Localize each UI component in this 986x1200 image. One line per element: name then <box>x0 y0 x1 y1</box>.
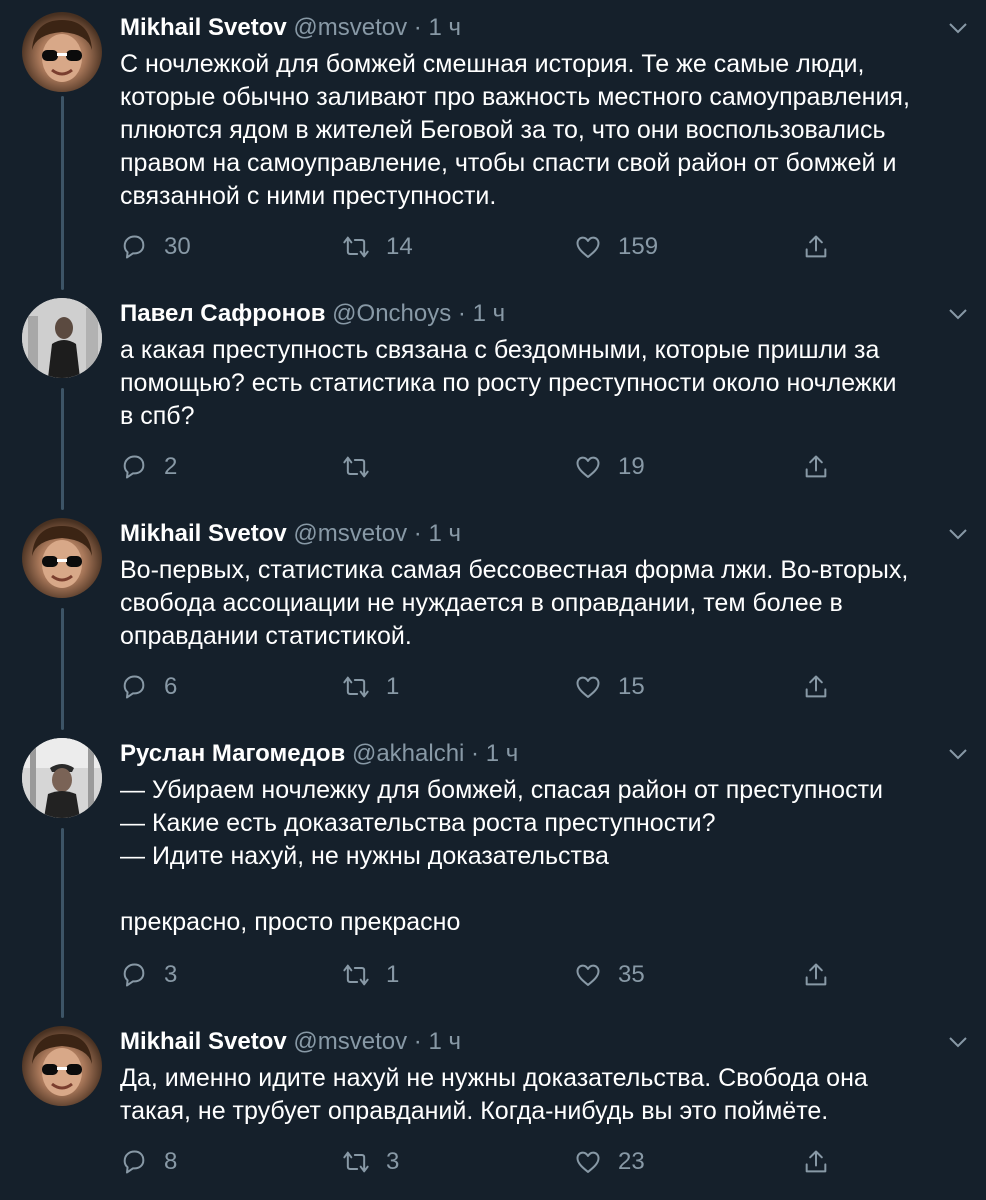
like-button[interactable]: 15 <box>574 671 645 703</box>
tweet-text: Да, именно идите нахуй не нужны доказате… <box>120 1064 868 1125</box>
thread-line <box>61 96 64 290</box>
timestamp[interactable]: · 1 ч <box>471 740 518 767</box>
tweet-actions: 6 1 15 <box>120 671 850 703</box>
share-button[interactable] <box>802 451 846 483</box>
timestamp[interactable]: · 1 ч <box>414 1028 461 1055</box>
retweet-count: 3 <box>386 1148 400 1175</box>
retweet-button[interactable]: 14 <box>342 231 413 263</box>
chevron-down-icon[interactable] <box>946 742 970 766</box>
chevron-down-icon[interactable] <box>946 302 970 326</box>
like-icon <box>576 676 600 698</box>
author-name[interactable]: Mikhail Svetov <box>120 14 287 41</box>
chevron-down-icon[interactable] <box>946 1030 970 1054</box>
author-handle[interactable]: @msvetov <box>293 1028 407 1055</box>
tweet-header: Mikhail Svetov @msvetov · 1 ч <box>120 520 461 548</box>
like-count: 23 <box>618 1148 645 1175</box>
author-name[interactable]: Mikhail Svetov <box>120 1028 287 1055</box>
reply-button[interactable]: 6 <box>120 671 177 703</box>
retweet-button[interactable] <box>342 451 386 483</box>
avatar[interactable] <box>22 738 102 818</box>
like-icon <box>576 456 600 478</box>
reply-icon <box>123 675 145 699</box>
retweet-button[interactable]: 3 <box>342 1146 399 1178</box>
reply-count: 3 <box>164 961 178 988</box>
timestamp[interactable]: · 1 ч <box>414 14 461 41</box>
reply-count: 2 <box>164 453 178 480</box>
like-button[interactable]: 159 <box>574 231 658 263</box>
reply-count: 30 <box>164 233 191 260</box>
retweet-button[interactable]: 1 <box>342 959 399 991</box>
author-handle[interactable]: @msvetov <box>293 14 407 41</box>
reply-count: 6 <box>164 673 178 700</box>
reply-icon <box>123 455 145 479</box>
tweet-text: С ночлежкой для бомжей смешная история. … <box>120 50 910 210</box>
like-button[interactable]: 19 <box>574 451 645 483</box>
share-icon <box>805 963 827 986</box>
reply-button[interactable]: 3 <box>120 959 177 991</box>
avatar[interactable] <box>22 1026 102 1106</box>
thread-line <box>61 388 64 510</box>
avatar[interactable] <box>22 298 102 378</box>
share-button[interactable] <box>802 231 846 263</box>
retweet-icon <box>343 236 369 258</box>
timestamp[interactable]: · 1 ч <box>458 300 505 327</box>
avatar[interactable] <box>22 12 102 92</box>
thread-line <box>61 828 64 1018</box>
retweet-icon <box>343 456 369 478</box>
reply-icon <box>123 963 145 987</box>
share-button[interactable] <box>802 959 846 991</box>
tweet-text: Во-первых, статистика самая бессовестная… <box>120 556 909 650</box>
retweet-count: 1 <box>386 673 400 700</box>
share-icon <box>805 1150 827 1173</box>
author-handle[interactable]: @Onchoys <box>332 300 451 327</box>
reply-icon <box>123 235 145 259</box>
like-button[interactable]: 35 <box>574 959 645 991</box>
share-button[interactable] <box>802 1146 846 1178</box>
author-name[interactable]: Павел Сафронов <box>120 300 326 327</box>
tweet-header: Mikhail Svetov @msvetov · 1 ч <box>120 1028 461 1056</box>
author-name[interactable]: Mikhail Svetov <box>120 520 287 547</box>
retweet-count: 14 <box>386 233 413 260</box>
reply-button[interactable]: 30 <box>120 231 191 263</box>
like-button[interactable]: 23 <box>574 1146 645 1178</box>
like-count: 19 <box>618 453 645 480</box>
tweet-actions: 3 1 35 <box>120 959 850 991</box>
like-count: 15 <box>618 673 645 700</box>
avatar[interactable] <box>22 518 102 598</box>
reply-button[interactable]: 2 <box>120 451 177 483</box>
share-button[interactable] <box>802 671 846 703</box>
reply-count: 8 <box>164 1148 178 1175</box>
tweet-actions: 2 19 <box>120 451 850 483</box>
like-count: 35 <box>618 961 645 988</box>
retweet-button[interactable]: 1 <box>342 671 399 703</box>
tweet-header: Руслан Магомедов @akhalchi · 1 ч <box>120 740 518 768</box>
tweet-text: а какая преступность связана с бездомным… <box>120 336 897 430</box>
share-icon <box>805 675 827 698</box>
retweet-icon <box>343 1151 369 1173</box>
author-handle[interactable]: @msvetov <box>293 520 407 547</box>
reply-icon <box>123 1150 145 1174</box>
retweet-count: 1 <box>386 961 400 988</box>
chevron-down-icon[interactable] <box>946 522 970 546</box>
retweet-icon <box>343 676 369 698</box>
retweet-icon <box>343 964 369 986</box>
reply-button[interactable]: 8 <box>120 1146 177 1178</box>
like-count: 159 <box>618 233 659 260</box>
share-icon <box>805 235 827 258</box>
tweet-header: Павел Сафронов @Onchoys · 1 ч <box>120 300 505 328</box>
chevron-down-icon[interactable] <box>946 16 970 40</box>
timestamp[interactable]: · 1 ч <box>414 520 461 547</box>
author-handle[interactable]: @akhalchi <box>352 740 464 767</box>
share-icon <box>805 455 827 478</box>
tweet-text: — Убираем ночлежку для бомжей, спасая ра… <box>120 776 883 936</box>
like-icon <box>576 236 600 258</box>
thread-line <box>61 608 64 730</box>
tweet-actions: 30 14 159 <box>120 231 850 263</box>
author-name[interactable]: Руслан Магомедов <box>120 740 345 767</box>
like-icon <box>576 1151 600 1173</box>
tweet-actions: 8 3 23 <box>120 1146 850 1178</box>
tweet-header: Mikhail Svetov @msvetov · 1 ч <box>120 14 461 42</box>
like-icon <box>576 964 600 986</box>
